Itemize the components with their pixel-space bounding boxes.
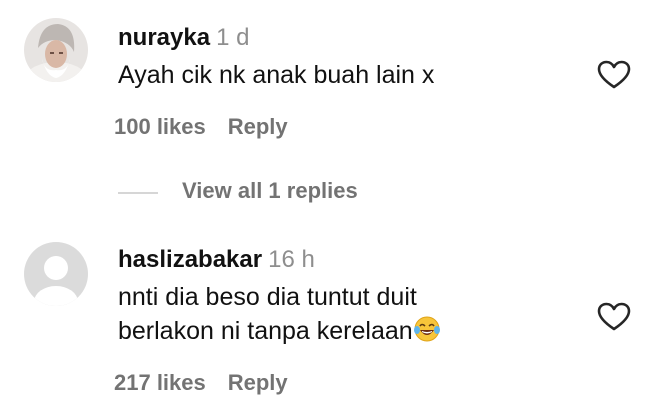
heart-outline-icon[interactable] <box>597 302 631 332</box>
view-replies-label: View all 1 replies <box>182 178 358 203</box>
timestamp: 1 d <box>216 24 250 51</box>
heart-outline-icon[interactable] <box>597 60 631 90</box>
comment-text: nnti dia beso dia tuntut duit berlakon n… <box>118 280 441 352</box>
replies-divider <box>118 192 158 194</box>
avatar[interactable] <box>24 242 88 306</box>
comment-meta: 217 likes Reply <box>114 370 310 396</box>
comment-text-line: berlakon ni tanpa kerelaan <box>118 317 413 345</box>
username[interactable]: nurayka <box>118 24 210 51</box>
comment-item: haslizabakar 16 h nnti dia beso dia tuntu… <box>0 230 660 420</box>
comment-text: Ayah cik nk anak buah lain x <box>118 58 434 92</box>
username[interactable]: haslizabakar <box>118 246 262 273</box>
face-with-tears-of-joy-emoji <box>413 315 441 352</box>
likes-count[interactable]: 217 likes <box>114 370 206 395</box>
comment-text-line: nnti dia beso dia tuntut duit <box>118 283 417 311</box>
comment-text-line-2: berlakon ni tanpa kerelaan <box>118 314 441 352</box>
comment-username-line: nurayka 1 d <box>118 24 249 52</box>
likes-count[interactable]: 100 likes <box>114 114 206 139</box>
comment-item: nurayka 1 d Ayah cik nk anak buah lain x … <box>0 0 660 170</box>
avatar[interactable] <box>24 18 88 82</box>
timestamp: 16 h <box>268 246 315 273</box>
comment-meta: 100 likes Reply <box>114 114 310 140</box>
reply-button[interactable]: Reply <box>228 370 288 395</box>
reply-button[interactable]: Reply <box>228 114 288 139</box>
comment-username-line: haslizabakar 16 h <box>118 246 315 274</box>
comment-text-line: Ayah cik nk anak buah lain x <box>118 61 435 89</box>
